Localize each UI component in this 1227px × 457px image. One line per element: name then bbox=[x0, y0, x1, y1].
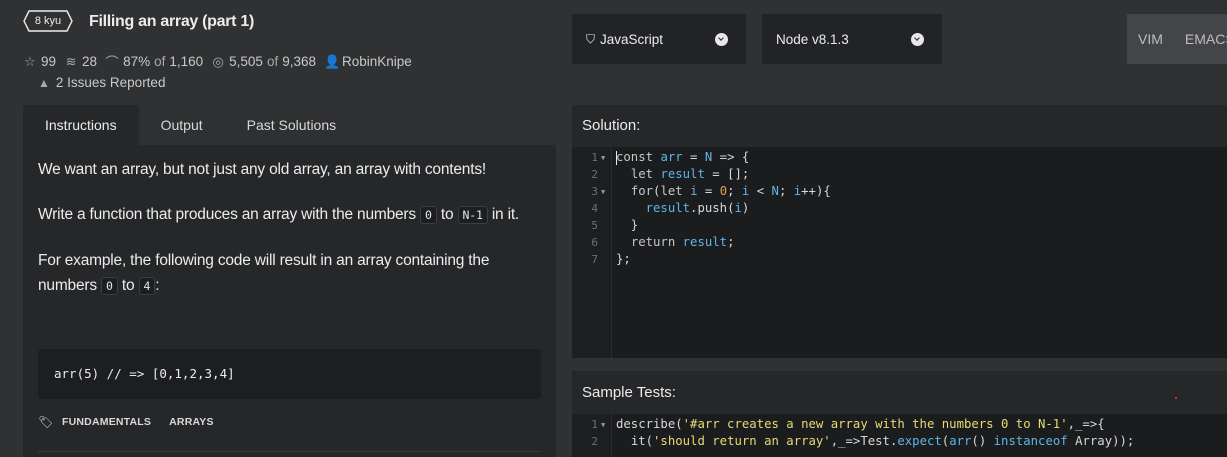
emacs-mode-button[interactable]: EMACS bbox=[1174, 31, 1227, 47]
instructions-paragraph: We want an array, but not just any old a… bbox=[38, 161, 486, 178]
inline-code: 0 bbox=[420, 206, 437, 224]
gutter-divider bbox=[611, 414, 612, 457]
code-line: const arr = N => { bbox=[616, 150, 750, 164]
code-line: for(let i = 0; i < N; i++){ bbox=[630, 184, 831, 198]
tag-arrays[interactable]: ARRAYS bbox=[169, 416, 214, 428]
gauge-icon: ⌒ bbox=[105, 55, 119, 70]
indicator-dot bbox=[1175, 397, 1177, 399]
instructions-paragraph: For example, the following code will res… bbox=[38, 248, 543, 299]
of-word: of bbox=[154, 54, 166, 69]
solution-header bbox=[572, 105, 1227, 147]
user-icon: 👤 bbox=[324, 53, 341, 69]
code-line: result.push(i) bbox=[645, 201, 750, 215]
chevron-down-icon bbox=[715, 32, 728, 46]
tag-list: 🏷 FUNDAMENTALS ARRAYS bbox=[38, 415, 232, 429]
runtime-value: Node v8.1.3 bbox=[776, 31, 849, 47]
stars-count: 99 bbox=[41, 54, 57, 69]
gutter-divider bbox=[611, 147, 612, 358]
inline-code: 0 bbox=[101, 277, 118, 295]
tag-fundamentals[interactable]: FUNDAMENTALS bbox=[62, 416, 151, 428]
kata-title: Filling an array (part 1) bbox=[89, 13, 254, 30]
vim-mode-button[interactable]: VIM bbox=[1127, 31, 1174, 47]
code-line: }; bbox=[616, 252, 631, 266]
tab-output[interactable]: Output bbox=[139, 105, 225, 145]
author-stat[interactable]: 👤 RobinKnipe bbox=[324, 54, 412, 70]
runtime-select[interactable]: Node v8.1.3 bbox=[762, 14, 942, 64]
divider bbox=[38, 451, 541, 452]
satisfaction-rating: 87% bbox=[123, 54, 151, 69]
votes-count: 1,160 bbox=[169, 54, 204, 69]
fold-arrow-icon[interactable]: ▼ bbox=[601, 188, 605, 196]
line-number: 7 bbox=[591, 253, 598, 266]
issues-label: 2 Issues Reported bbox=[55, 75, 166, 90]
rank-badge: 8 kyu bbox=[23, 10, 73, 32]
text-segment: Write a function that produces an array … bbox=[38, 206, 416, 223]
description-tabs: Instructions Output Past Solutions bbox=[23, 105, 556, 145]
collections-count: 28 bbox=[82, 54, 98, 69]
line-number: 4 bbox=[591, 202, 598, 215]
stars-stat[interactable]: ☆ 99 bbox=[23, 54, 56, 70]
kata-stats: ☆ 99 ≋ 28 ⌒ 87% of 1,160 ◎ 5,505 of 9,36… bbox=[23, 52, 420, 71]
inline-code: N-1 bbox=[457, 206, 488, 224]
completion-stat: ◎ 5,505 of 9,368 bbox=[211, 54, 316, 70]
line-number: 2 bbox=[591, 168, 598, 181]
chevron-down-icon bbox=[911, 32, 924, 46]
warning-icon: ▲ bbox=[38, 75, 50, 90]
completed-count: 5,505 bbox=[229, 54, 263, 69]
target-icon: ◎ bbox=[212, 53, 224, 69]
attempted-count: 9,368 bbox=[282, 54, 317, 69]
js-shield-icon: ⛉ bbox=[586, 31, 596, 46]
instructions-text: We want an array, but not just any old a… bbox=[38, 157, 543, 319]
tag-icon: 🏷 bbox=[38, 415, 54, 429]
tab-past-solutions[interactable]: Past Solutions bbox=[225, 105, 359, 145]
satisfaction-stat: ⌒ 87% of 1,160 bbox=[105, 52, 204, 71]
text-segment: in it. bbox=[491, 206, 520, 223]
inline-code: 4 bbox=[138, 277, 156, 295]
description-panel: Instructions Output Past Solutions We wa… bbox=[23, 105, 556, 457]
code-line: let result = []; bbox=[630, 167, 750, 181]
stack-icon: ≋ bbox=[65, 53, 77, 69]
code-example: arr(5) // => [0,1,2,3,4] bbox=[38, 349, 541, 399]
code-line: it('should return an array',_=>Test.expe… bbox=[630, 434, 1135, 448]
line-number: 1 bbox=[591, 151, 598, 164]
collections-stat[interactable]: ≋ 28 bbox=[64, 54, 97, 70]
sample-tests-editor[interactable]: 1 ▼ 2 describe('#arr creates a new array… bbox=[572, 414, 1227, 457]
line-number: 3 bbox=[591, 185, 598, 198]
rank-label: 8 kyu bbox=[34, 15, 62, 27]
language-select[interactable]: ⛉ JavaScript bbox=[572, 14, 746, 64]
instructions-paragraph: Write a function that produces an array … bbox=[38, 202, 543, 228]
line-number: 6 bbox=[591, 236, 598, 249]
sample-tests-title: Sample Tests: bbox=[582, 384, 676, 401]
line-number: 2 bbox=[591, 435, 598, 448]
solution-editor[interactable]: 1 ▼ 2 3 ▼ 4 5 6 7 const arr = N => { let… bbox=[572, 147, 1227, 358]
solution-title: Solution: bbox=[582, 117, 641, 134]
fold-arrow-icon[interactable]: ▼ bbox=[601, 421, 605, 429]
text-segment: to bbox=[121, 277, 135, 294]
star-icon: ☆ bbox=[24, 53, 36, 69]
line-number: 1 bbox=[591, 418, 598, 431]
code-line: } bbox=[616, 218, 639, 232]
of-word: of bbox=[266, 54, 279, 69]
language-value: JavaScript bbox=[600, 31, 664, 47]
author-name[interactable]: RobinKnipe bbox=[342, 54, 412, 69]
text-segment: : bbox=[155, 277, 160, 294]
code-line: return result; bbox=[630, 235, 735, 249]
editor-mode-toggle: VIM EMACS bbox=[1127, 14, 1227, 64]
code-line: describe('#arr creates a new array with … bbox=[616, 417, 1105, 431]
text-segment: to bbox=[440, 206, 454, 223]
fold-arrow-icon[interactable]: ▼ bbox=[601, 154, 605, 162]
issues-reported[interactable]: ▲ 2 Issues Reported bbox=[38, 75, 165, 90]
line-number: 5 bbox=[591, 219, 598, 232]
tab-instructions[interactable]: Instructions bbox=[23, 105, 139, 145]
